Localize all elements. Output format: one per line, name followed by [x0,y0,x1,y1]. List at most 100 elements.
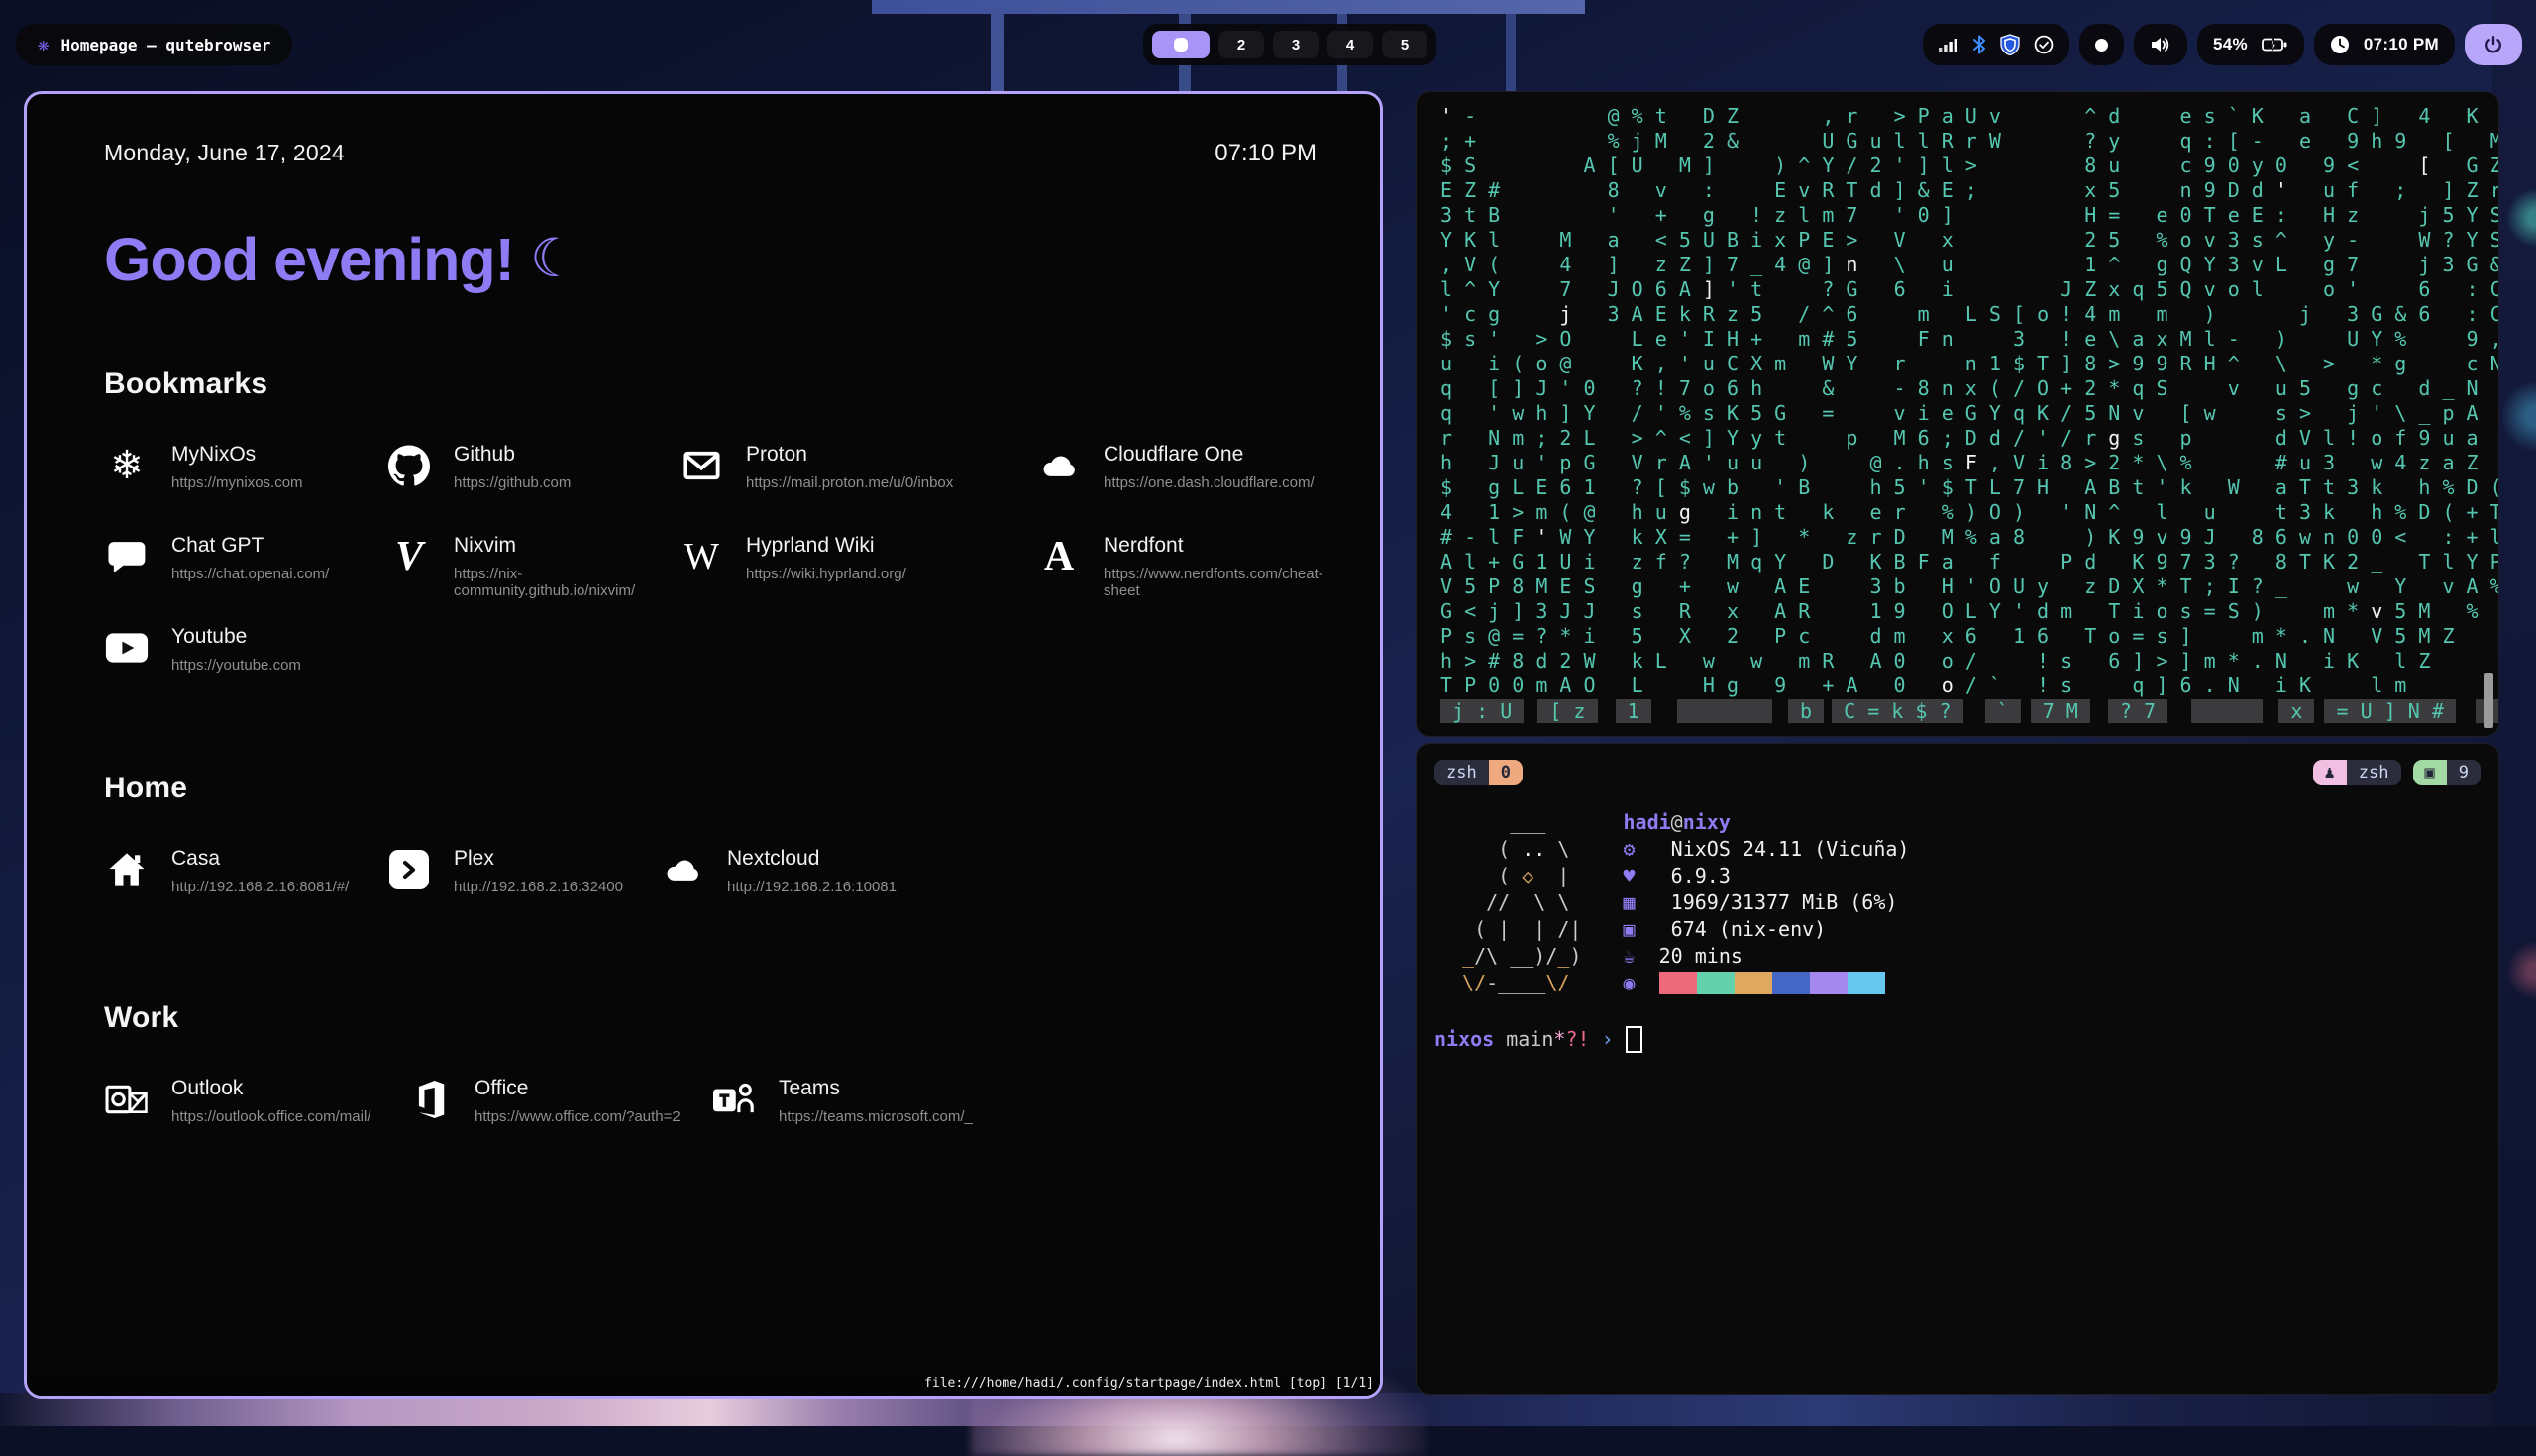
link-text: Nixvimhttps://nix-community.github.io/ni… [454,534,679,599]
link-text: Teamshttps://teams.microsoft.com/_ [779,1077,973,1125]
plex-chevron-icon [386,847,432,892]
link-url: http://192.168.2.16:32400 [454,879,623,895]
link-hyprland-wiki[interactable]: WHyprland Wikihttps://wiki.hyprland.org/ [679,534,1036,589]
link-nixvim[interactable]: VNixvimhttps://nix-community.github.io/n… [386,534,679,589]
tmux-segment: zsh [1434,760,1489,785]
vim-v-icon: V [386,534,432,579]
matrix-row: q ' w h ] Y / ' % s K 5 G = v i e G Y q … [1440,401,2498,426]
matrix-row: # - l F ' W Y k X = + ] * z r D M % a 8 … [1440,525,2498,550]
link-github[interactable]: Githubhttps://github.com [386,443,679,498]
logo-line: ___ [1450,809,1581,836]
github-icon [386,443,432,488]
active-window-title-pill[interactable]: ❋ Homepage — qutebrowser [16,24,292,65]
link-text: Nextcloudhttp://192.168.2.16:10081 [727,847,897,895]
power-button[interactable] [2465,24,2522,65]
tmux-segment: ▣ [2413,760,2447,785]
info-line: hadi@nixy [1623,809,1909,836]
link-chat-gpt[interactable]: Chat GPThttps://chat.openai.com/ [104,534,386,589]
link-text: Officehttps://www.office.com/?auth=2 [475,1077,681,1125]
workspace-4[interactable]: 4 [1327,31,1373,58]
workspace-2[interactable]: 2 [1218,31,1264,58]
outlook-icon [104,1077,150,1122]
battery-icon [2262,36,2288,53]
top-bar: ❋ Homepage — qutebrowser 2345 [0,24,2536,67]
clock-pill[interactable]: 07:10 PM [2314,24,2455,65]
qutebrowser-icon: ❋ [38,36,49,54]
section-grid: Outlookhttps://outlook.office.com/mail/O… [104,1077,1317,1132]
window-title: Homepage — qutebrowser [60,36,270,54]
matrix-row: T P 0 0 m A O L H g 9 + A 0 o / ` ! s q … [1440,674,2498,698]
matrix-row: ' c g j 3 A E k R z 5 / ^ 6 m L S [ o ! … [1440,302,2498,327]
link-proton[interactable]: Protonhttps://mail.proton.me/u/0/inbox [679,443,1036,498]
link-text: Outlookhttps://outlook.office.com/mail/ [171,1077,370,1125]
link-text: Youtubehttps://youtube.com [171,625,301,674]
link-outlook[interactable]: Outlookhttps://outlook.office.com/mail/ [104,1077,407,1132]
greeting-text: Good evening! [104,225,514,294]
link-teams[interactable]: Teamshttps://teams.microsoft.com/_ [711,1077,1317,1132]
matrix-row: h > # 8 d 2 W k L w w m R A 0 o / ! s 6 … [1440,649,2498,674]
terminal-scrollbar[interactable] [2484,673,2493,728]
tmux-pill[interactable]: zsh0 [1434,760,1523,785]
link-nerdfont[interactable]: ANerdfonthttps://www.nerdfonts.com/cheat… [1036,534,1323,589]
matrix-row: E Z # 8 v : E v R T d ] & E ; x 5 n 9 D … [1440,178,2498,203]
link-text: Casahttp://192.168.2.16:8081/#/ [171,847,349,895]
matrix-row: u i ( o @ K , ' u C X m W Y r n 1 $ T ] … [1440,352,2498,376]
workspace-5[interactable]: 5 [1382,31,1427,58]
link-cloudflare-one[interactable]: Cloudflare Onehttps://one.dash.cloudflar… [1036,443,1323,498]
fetch-terminal-window[interactable]: zsh0 ♟zsh▣9 ___ ( .. \ ( ◇ | // \ \ ( | … [1416,743,2499,1395]
link-nextcloud[interactable]: Nextcloudhttp://192.168.2.16:10081 [660,847,1317,902]
matrix-inverse-cell [2191,699,2263,723]
nix-snowflake-icon: ❄ [104,443,150,488]
matrix-row: V 5 P 8 M E S g + w A E 3 b H ' O U y z … [1440,574,2498,599]
matrix-row: ; + % j M 2 & U G u l l R r W ? y q : [ … [1440,129,2498,154]
clock-time: 07:10 PM [2364,35,2439,54]
tmux-segment: zsh [2347,760,2401,785]
envelope-icon [679,443,724,488]
link-office[interactable]: Officehttps://www.office.com/?auth=2 [407,1077,711,1132]
info-line: ▦ 1969/31377 MiB (6%) [1623,889,1909,916]
wallpaper-window-frame-top [872,0,1585,14]
status-icons-pill[interactable] [1923,24,2069,65]
info-line: ⚙ NixOS 24.11 (Vicuña) [1623,836,1909,863]
link-url: https://nix-community.github.io/nixvim/ [454,566,679,599]
link-text: Cloudflare Onehttps://one.dash.cloudflar… [1104,443,1315,491]
youtube-icon [104,625,150,671]
tmux-pill[interactable]: ▣9 [2413,760,2482,785]
link-mynixos[interactable]: ❄MyNixOshttps://mynixos.com [104,443,386,498]
info-line: ☕ 20 mins [1623,943,1909,970]
matrix-output: ' - @ % t D Z , r > P a U v ^ d e s ` K … [1440,104,2498,698]
volume-pill[interactable] [2134,24,2187,65]
matrix-terminal-window[interactable]: ' - @ % t D Z , r > P a U v ^ d e s ` K … [1416,91,2499,737]
section-work: WorkOutlookhttps://outlook.office.com/ma… [104,1001,1317,1132]
workspace-1[interactable] [1152,31,1210,58]
link-name: Nextcloud [727,847,897,871]
chat-bubble-icon [104,534,150,579]
matrix-inverse-cell: b [1788,699,1824,723]
section-title: Home [104,772,1317,805]
matrix-row: 4 1 > m ( @ h u g i n t k e r % ) O ) ' … [1440,500,2498,525]
qutebrowser-statusbar: file:///home/hadi/.config/startpage/inde… [27,1372,1380,1396]
recording-indicator-pill[interactable] [2079,24,2124,65]
link-text: Githubhttps://github.com [454,443,571,491]
tmux-pill[interactable]: ♟zsh [2313,760,2401,785]
cloud-icon [660,847,705,892]
link-plex[interactable]: Plexhttp://192.168.2.16:32400 [386,847,660,902]
link-url: https://wiki.hyprland.org/ [746,566,906,582]
matrix-row: h J u ' p G V r A ' u u ) @ . h s F , V … [1440,451,2498,475]
link-url: https://www.office.com/?auth=2 [475,1108,681,1125]
matrix-inverse-row: j : U [ z 1 b C = k $ ? ` 7 M ? 7 x = U … [1440,699,2498,723]
link-casa[interactable]: Casahttp://192.168.2.16:8081/#/ [104,847,386,902]
info-line: ♥ 6.9.3 [1623,863,1909,889]
link-text: Plexhttp://192.168.2.16:32400 [454,847,623,895]
qutebrowser-window[interactable]: Monday, June 17, 2024 07:10 PM Good even… [24,91,1383,1399]
teams-icon [711,1077,757,1122]
terminal-cursor [1626,1026,1642,1053]
logo-line: \/-____\/ [1450,970,1581,996]
logo-line: ( .. \ [1450,836,1581,863]
recording-dot-icon [2095,39,2108,52]
battery-pill[interactable]: 54% [2197,24,2304,65]
workspace-3[interactable]: 3 [1273,31,1319,58]
shell-prompt[interactable]: nixos main*?! › [1434,1026,2481,1053]
link-youtube[interactable]: Youtubehttps://youtube.com [104,625,386,680]
matrix-row: A l + G 1 U i z f ? M q Y D K B F a f P … [1440,550,2498,574]
